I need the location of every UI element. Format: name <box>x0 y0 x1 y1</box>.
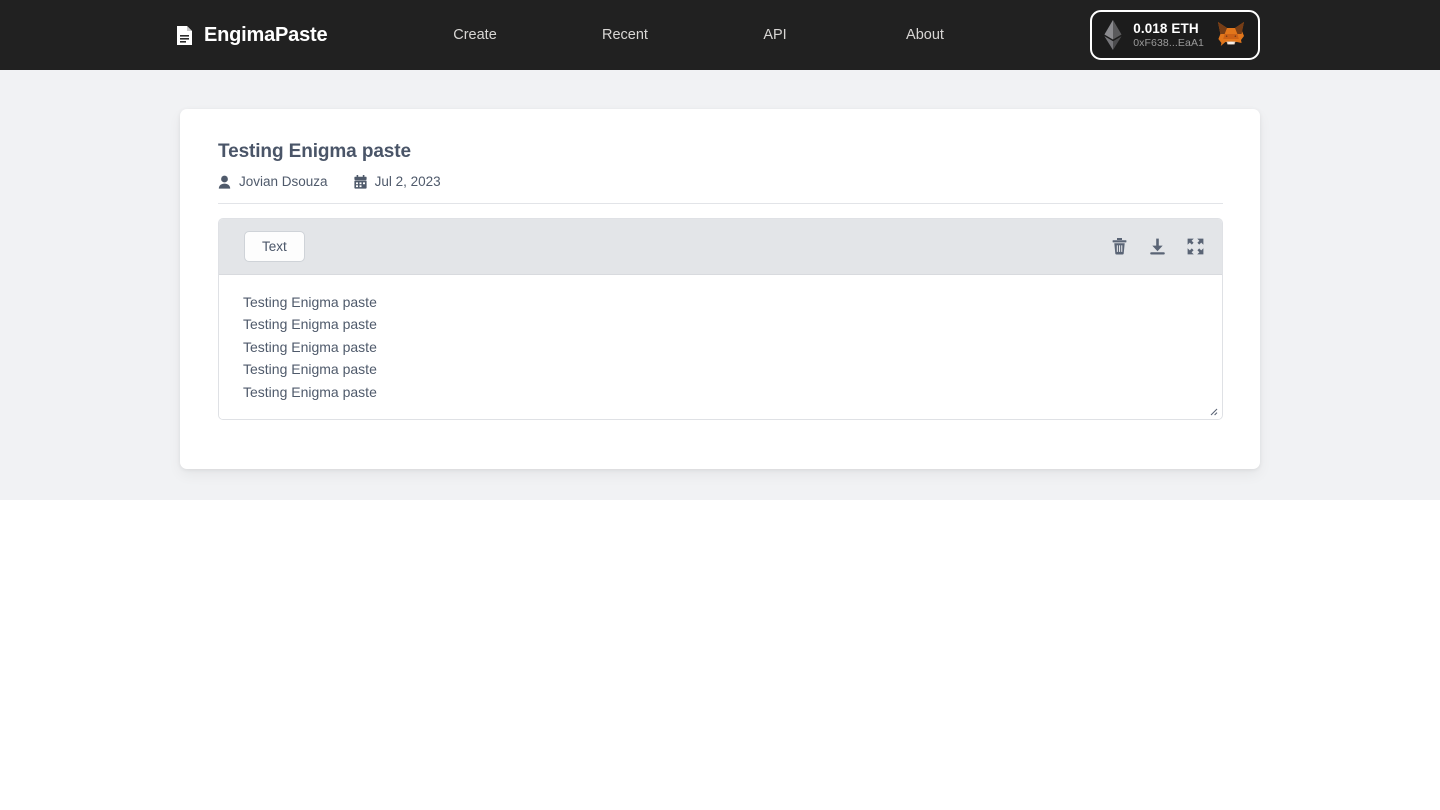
wallet-badge[interactable]: 0.018 ETH 0xF638...EaA1 <box>1090 10 1260 60</box>
expand-icon <box>1187 238 1204 255</box>
ethereum-icon <box>1103 20 1123 50</box>
download-button[interactable] <box>1145 235 1169 259</box>
nav-item-create[interactable]: Create <box>400 27 550 43</box>
paste-card: Testing Enigma paste Jovian Dsouza Jul 2… <box>180 109 1260 469</box>
content-line: Testing Enigma paste <box>243 294 377 310</box>
page-background: Testing Enigma paste Jovian Dsouza Jul 2… <box>0 70 1440 500</box>
metamask-fox-icon <box>1214 21 1246 49</box>
content-type-button[interactable]: Text <box>244 231 305 262</box>
calendar-icon <box>353 174 367 189</box>
nav-item-recent[interactable]: Recent <box>550 27 700 43</box>
wallet-info: 0.018 ETH 0xF638...EaA1 <box>1133 21 1204 49</box>
paste-date-value: Jul 2, 2023 <box>374 174 441 189</box>
paste-author: Jovian Dsouza <box>218 174 328 189</box>
brand-name: EngimaPaste <box>204 23 328 46</box>
download-icon <box>1149 238 1166 255</box>
nav-item-about[interactable]: About <box>850 27 1000 43</box>
content-line: Testing Enigma paste <box>243 316 377 333</box>
fullscreen-button[interactable] <box>1183 235 1207 259</box>
paste-editor: Text Testing Enigma paste Testing Enigma… <box>218 218 1223 420</box>
user-icon <box>218 175 231 189</box>
wallet-address: 0xF638...EaA1 <box>1133 37 1204 49</box>
paste-author-name: Jovian Dsouza <box>239 174 328 189</box>
paste-content[interactable]: Testing Enigma paste Testing Enigma past… <box>219 275 1222 419</box>
wallet-balance: 0.018 ETH <box>1133 21 1199 36</box>
content-line: Testing Enigma paste <box>243 361 377 378</box>
page-title: Testing Enigma paste <box>218 141 411 162</box>
editor-toolbar: Text <box>219 219 1222 275</box>
content-line: Testing Enigma paste <box>243 338 377 355</box>
delete-button[interactable] <box>1107 235 1131 259</box>
main-navigation: Create Recent API About <box>400 27 1000 43</box>
trash-icon <box>1112 238 1127 255</box>
resize-handle[interactable] <box>1206 403 1218 416</box>
editor-actions <box>1107 235 1207 259</box>
nav-item-api[interactable]: API <box>700 27 850 43</box>
top-navbar: EngimaPaste Create Recent API About 0.01… <box>0 0 1440 70</box>
paste-meta: Jovian Dsouza Jul 2, 2023 <box>218 174 1223 204</box>
content-line: Testing Enigma paste <box>243 383 377 400</box>
document-icon <box>176 25 193 46</box>
paste-date: Jul 2, 2023 <box>353 174 441 189</box>
brand-logo[interactable]: EngimaPaste <box>176 23 328 47</box>
